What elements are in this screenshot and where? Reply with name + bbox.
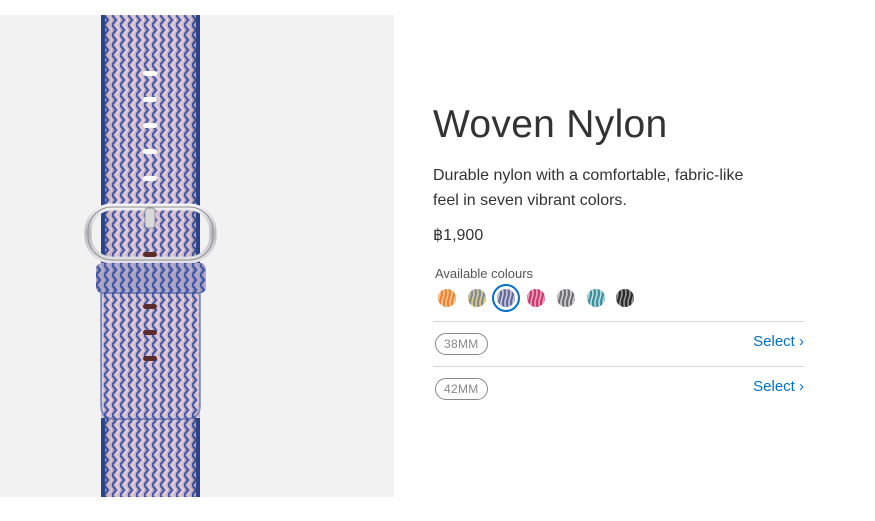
color-swatch-gray[interactable] xyxy=(556,288,576,308)
color-swatch-teal[interactable] xyxy=(586,288,606,308)
size-row-38mm: 38MM Select › xyxy=(433,322,804,366)
swatch-black-icon xyxy=(616,289,634,307)
size-badge-38mm: 38MM xyxy=(435,333,488,355)
product-title: Woven Nylon xyxy=(433,103,668,146)
selected-swatch-ring xyxy=(492,284,520,312)
swatch-teal-icon xyxy=(587,289,605,307)
swatch-orange-icon xyxy=(438,289,456,307)
swatch-pink-icon xyxy=(527,289,545,307)
select-42mm-link[interactable]: Select › xyxy=(753,378,804,395)
size-badge-42mm: 42MM xyxy=(435,378,488,400)
product-image xyxy=(0,15,394,497)
woven-nylon-band-image xyxy=(84,15,217,497)
available-colours-label: Available colours xyxy=(435,266,534,281)
color-swatch-black[interactable] xyxy=(615,288,635,308)
swatch-gray-icon xyxy=(557,289,575,307)
color-swatch-royal-blue[interactable] xyxy=(492,284,520,312)
color-swatch-orange[interactable] xyxy=(437,288,457,308)
swatch-yellow-gray-icon xyxy=(468,289,486,307)
select-38mm-link[interactable]: Select › xyxy=(753,333,804,350)
color-swatch-yellow-gray[interactable] xyxy=(467,288,487,308)
product-price: ฿1,900 xyxy=(433,227,484,244)
color-swatch-pink[interactable] xyxy=(526,288,546,308)
product-description: Durable nylon with a comfortable, fabric… xyxy=(433,167,744,209)
size-row-42mm: 42MM Select › xyxy=(433,367,804,411)
